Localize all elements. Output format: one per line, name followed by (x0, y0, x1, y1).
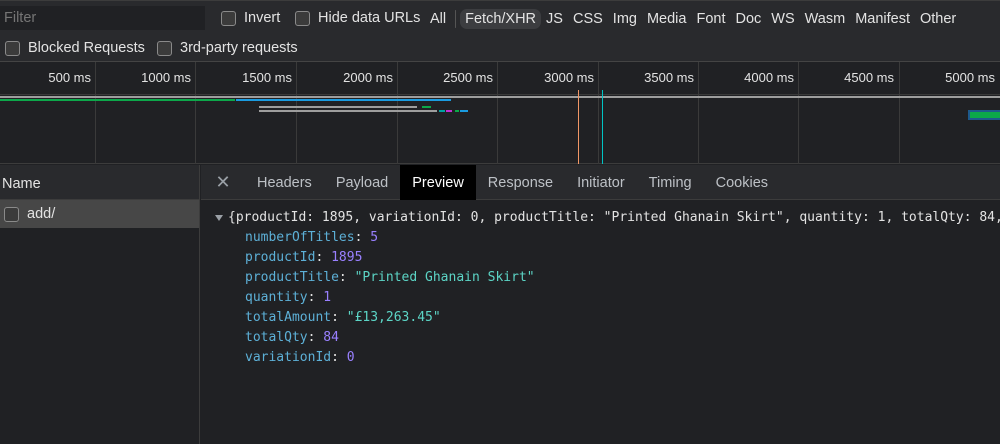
type-other[interactable]: Other (915, 9, 961, 29)
property-row: productTitle: "Printed Ghanain Skirt" (215, 268, 1000, 288)
type-img[interactable]: Img (608, 9, 642, 29)
overview-bar (259, 106, 417, 108)
summary-text: {productId: 1895, variationId: 0, produc… (228, 210, 1000, 225)
type-js[interactable]: JS (541, 9, 568, 29)
colon: : (354, 230, 371, 245)
colon: : (307, 290, 324, 305)
property-row: totalAmount: "£13,263.45" (215, 308, 1000, 328)
overview-bar (0, 96, 1000, 98)
property-key: quantity (245, 290, 308, 305)
overview-bar (0, 99, 235, 101)
type-media[interactable]: Media (642, 9, 692, 29)
property-value: 1 (323, 290, 332, 305)
property-value: "Printed Ghanain Skirt" (354, 270, 535, 285)
request-detail-panel: ✕ Headers Payload Preview Response Initi… (201, 164, 1000, 444)
property-value: 1895 (331, 250, 363, 265)
tab-preview[interactable]: Preview (400, 164, 476, 200)
overview-bar (455, 110, 459, 112)
request-name: add/ (27, 206, 56, 222)
type-font[interactable]: Font (691, 9, 730, 29)
timeline-bars (0, 90, 1000, 164)
tab-response[interactable]: Response (476, 165, 565, 200)
overview-bar (439, 110, 445, 112)
colon: : (315, 250, 332, 265)
object-summary[interactable]: {productId: 1895, variationId: 0, produc… (215, 208, 1000, 228)
property-key: totalAmount (245, 310, 332, 325)
colon: : (307, 330, 324, 345)
type-wasm[interactable]: Wasm (800, 9, 851, 29)
overview-bar (236, 99, 451, 101)
property-value: 84 (323, 330, 339, 345)
property-row: totalQty: 84 (215, 328, 1000, 348)
close-icon[interactable]: ✕ (201, 165, 245, 200)
property-key: productTitle (245, 270, 339, 285)
overview-bar (460, 110, 468, 112)
checkbox-icon[interactable] (221, 10, 236, 26)
property-key: totalQty (245, 330, 308, 345)
tab-headers[interactable]: Headers (245, 165, 324, 200)
third-party-label: 3rd-party requests (180, 40, 298, 56)
blocked-requests-label: Blocked Requests (28, 40, 145, 56)
tab-initiator[interactable]: Initiator (565, 165, 637, 200)
property-row: variationId: 0 (215, 348, 1000, 368)
expand-triangle-icon[interactable] (215, 214, 223, 221)
filter-toolbar: Invert Hide data URLs All Fetch/XHR JS C… (0, 0, 1000, 36)
property-row: numberOfTitles: 5 (215, 228, 1000, 248)
colon: : (338, 270, 355, 285)
filter-input[interactable] (0, 6, 205, 30)
type-css[interactable]: CSS (568, 9, 608, 29)
dom-content-loaded-marker (578, 90, 579, 164)
request-list: Name add/ (0, 165, 200, 444)
property-value: 0 (346, 350, 355, 365)
colon: : (331, 310, 347, 325)
third-party-checkbox[interactable]: 3rd-party requests (157, 40, 298, 56)
colon: : (331, 350, 347, 365)
overview-bar (970, 112, 1000, 118)
checkbox-icon[interactable] (157, 40, 172, 56)
checkbox-icon[interactable] (4, 206, 19, 222)
type-doc[interactable]: Doc (730, 9, 766, 29)
blocked-requests-checkbox[interactable]: Blocked Requests (5, 40, 145, 56)
overview-bar (259, 110, 437, 112)
property-row: productId: 1895 (215, 248, 1000, 268)
hide-data-urls-label: Hide data URLs (318, 10, 421, 26)
request-row[interactable]: add/ (0, 200, 199, 228)
tab-cookies[interactable]: Cookies (704, 165, 780, 200)
divider (455, 9, 457, 28)
property-value: "£13,263.45" (346, 310, 441, 325)
hide-data-urls-checkbox[interactable]: Hide data URLs (295, 10, 420, 26)
resource-type-filters: All Fetch/XHR JS CSS Img Media Font Doc … (425, 6, 961, 31)
invert-checkbox[interactable]: Invert (221, 10, 280, 26)
network-overview-timeline[interactable]: 500 ms 1000 ms 1500 ms 2000 ms 2500 ms 3… (0, 62, 1000, 164)
name-column-header[interactable]: Name (0, 165, 199, 200)
type-fetch-xhr[interactable]: Fetch/XHR (460, 8, 542, 29)
tab-timing[interactable]: Timing (637, 165, 704, 200)
detail-tabs: ✕ Headers Payload Preview Response Initi… (201, 164, 1000, 200)
type-ws[interactable]: WS (766, 9, 799, 29)
json-preview: {productId: 1895, variationId: 0, produc… (201, 200, 1000, 368)
property-row: quantity: 1 (215, 288, 1000, 308)
invert-label: Invert (244, 10, 281, 26)
property-value: 5 (370, 230, 379, 245)
tab-payload[interactable]: Payload (324, 165, 400, 200)
type-all[interactable]: All (425, 9, 451, 29)
property-key: variationId (245, 350, 332, 365)
checkbox-icon[interactable] (295, 10, 310, 26)
overview-bar (446, 110, 452, 112)
property-key: numberOfTitles (245, 230, 355, 245)
load-marker (602, 90, 603, 164)
overview-bar (422, 106, 431, 108)
filter-toolbar-row2: Blocked Requests 3rd-party requests (0, 36, 1000, 62)
type-manifest[interactable]: Manifest (850, 9, 915, 29)
property-key: productId (245, 250, 316, 265)
checkbox-icon[interactable] (5, 40, 20, 56)
